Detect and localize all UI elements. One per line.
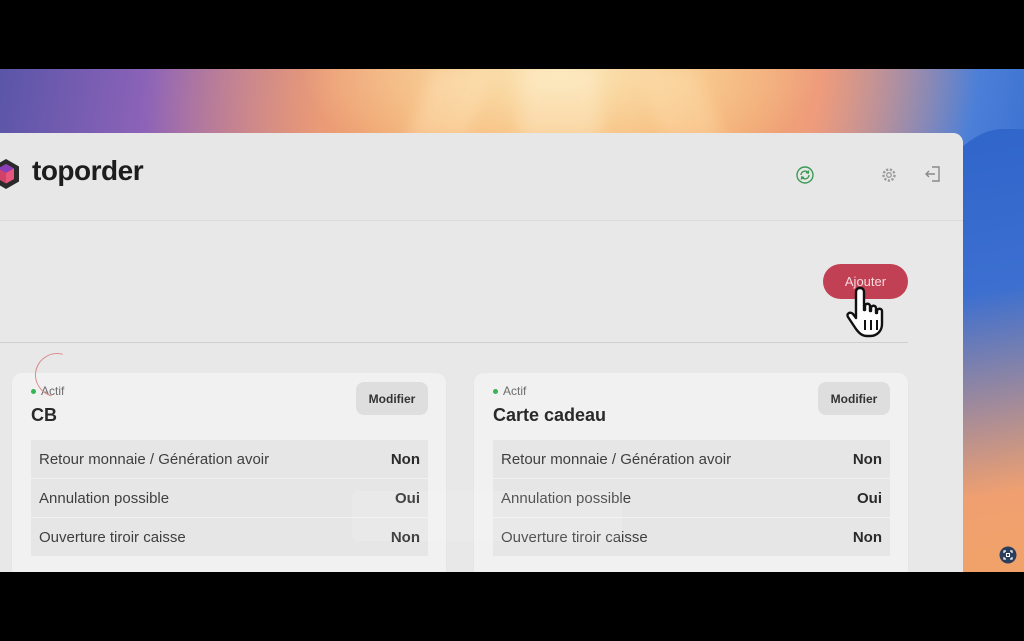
- setting-label: Ouverture tiroir caisse: [39, 528, 186, 546]
- hand-pointer-icon: [846, 286, 884, 338]
- app-header: toporder: [0, 133, 963, 221]
- wallpaper-ray: [407, 69, 493, 139]
- wallpaper-ray: [635, 69, 725, 139]
- screenshot-icon[interactable]: [999, 546, 1017, 564]
- edit-button[interactable]: Modifier: [818, 382, 890, 415]
- setting-value: Non: [390, 450, 420, 468]
- brand-logo-icon: [0, 159, 19, 189]
- ghost-overlay: [352, 491, 622, 541]
- setting-value: Oui: [857, 489, 882, 507]
- list-item: Retour monnaie / Génération avoir Non: [493, 440, 890, 479]
- edit-button[interactable]: Modifier: [356, 382, 428, 415]
- setting-value: Non: [852, 450, 882, 468]
- status-dot-icon: [31, 388, 36, 394]
- status-dot-icon: [493, 388, 498, 394]
- card-title: CB: [31, 405, 57, 425]
- wallpaper-ray: [520, 69, 600, 139]
- setting-label: Retour monnaie / Génération avoir: [501, 450, 732, 468]
- payment-method-card: Actif CB Modifier Retour monnaie / Génér…: [12, 373, 446, 572]
- gear-icon[interactable]: [878, 164, 900, 186]
- status-label: Actif: [503, 384, 527, 398]
- card-title: Carte cadeau: [493, 405, 607, 425]
- logout-icon[interactable]: [922, 163, 944, 185]
- sync-icon[interactable]: [794, 164, 816, 186]
- list-item: Retour monnaie / Génération avoir Non: [31, 440, 428, 479]
- setting-label: Retour monnaie / Génération avoir: [39, 450, 270, 468]
- payment-method-card: Actif Carte cadeau Modifier Retour monna…: [474, 373, 908, 572]
- setting-label: Annulation possible: [39, 489, 170, 507]
- divider: [0, 342, 908, 343]
- setting-value: Non: [852, 528, 882, 546]
- brand-name: toporder: [32, 155, 144, 186]
- status-badge: Actif: [493, 384, 526, 398]
